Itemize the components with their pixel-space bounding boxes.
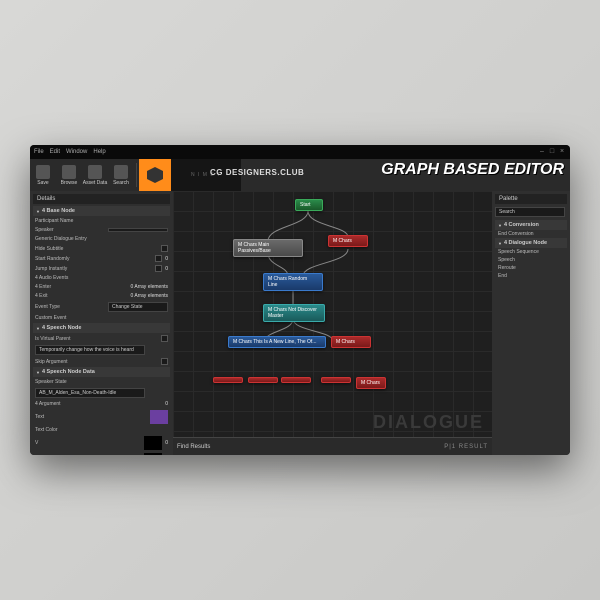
lbl-skip: Skip Argument: [35, 359, 158, 365]
node-blue2[interactable]: M Chars This Is A New Line, The Of...: [228, 336, 326, 348]
lbl-argcnt: 4 Argument: [35, 401, 162, 407]
lbl-startrand: Start Randomly: [35, 256, 152, 262]
palette-panel: Palette Search 4 Conversion End Conversi…: [492, 191, 570, 455]
lbl-text: Text: [35, 414, 147, 420]
node-start[interactable]: Start: [295, 199, 323, 211]
node-teal1[interactable]: M Chars Not Discover Master: [263, 304, 325, 322]
v-swatch[interactable]: [144, 436, 162, 450]
eventtype-dropdown[interactable]: Change State: [108, 302, 168, 312]
g-swatch[interactable]: [144, 453, 162, 455]
browse-icon: [62, 165, 76, 179]
section-speech-data[interactable]: 4 Speech Node Data: [33, 367, 170, 377]
palette-reroute[interactable]: Reroute: [495, 264, 567, 272]
lbl-enter: 4 Enter: [35, 284, 127, 290]
startrand-checkbox[interactable]: [155, 255, 162, 262]
lbl-sstate: Speaker State: [35, 379, 168, 385]
palette-sect2[interactable]: 4 Dialogue Node: [495, 238, 567, 248]
maximize-icon[interactable]: □: [548, 148, 556, 156]
titlebar: File Edit Window Help – □ ×: [30, 145, 570, 159]
search-icon: [114, 165, 128, 179]
lbl-custom: Custom Event: [35, 315, 168, 321]
lbl-textcolor: Text Color: [35, 427, 168, 433]
browse-button[interactable]: Browse: [56, 161, 82, 189]
save-button[interactable]: Save: [30, 161, 56, 189]
watermark: DIALOGUE: [373, 412, 484, 433]
headline-label: GRAPH BASED EDITOR: [381, 161, 564, 179]
speaker-dropdown[interactable]: [108, 228, 168, 232]
node-red8[interactable]: M Chars: [356, 377, 386, 389]
find-results-tab[interactable]: Find Results: [177, 444, 210, 450]
save-icon: [36, 165, 50, 179]
details-tab[interactable]: Details: [33, 194, 170, 204]
lbl-audio: 4 Audio Events: [35, 275, 168, 281]
node-red1[interactable]: M Chars: [328, 235, 368, 247]
palette-search[interactable]: Search: [495, 207, 565, 217]
section-speech-node[interactable]: 4 Speech Node: [33, 323, 170, 333]
skip-checkbox[interactable]: [161, 358, 168, 365]
temp-input[interactable]: Temporarily change how the voice is hear…: [35, 345, 145, 355]
lbl-participant: Participant Name: [35, 218, 168, 224]
vp-checkbox[interactable]: [161, 335, 168, 342]
toolbar: Save Browse Asset Data Search N I M E T …: [30, 159, 570, 191]
palette-speech[interactable]: Speech: [495, 256, 567, 264]
lbl-vp: Is Virtual Parent: [35, 336, 158, 342]
sstate-dropdown[interactable]: AB_M_Alden_Esa_Non-Death-Idle: [35, 388, 145, 398]
palette-end-conversion[interactable]: End Conversion: [495, 230, 567, 238]
menu-edit[interactable]: Edit: [50, 149, 60, 155]
lbl-exit: 4 Exit: [35, 293, 127, 299]
lbl-hide: Hide Subtitle: [35, 246, 158, 252]
node-red5[interactable]: [248, 377, 278, 383]
plugin-button[interactable]: [139, 159, 171, 191]
search-button[interactable]: Search: [108, 161, 134, 189]
editor-window: File Edit Window Help – □ × Save Browse …: [30, 145, 570, 455]
lbl-gcd: Generic Dialogue Entry: [35, 236, 168, 242]
palette-speech-seq[interactable]: Speech Sequence: [495, 248, 567, 256]
menu-help[interactable]: Help: [93, 149, 105, 155]
node-red7[interactable]: [321, 377, 351, 383]
assetdata-button[interactable]: Asset Data: [82, 161, 108, 189]
minimize-icon[interactable]: –: [538, 148, 546, 156]
brand-label: CG DESIGNERS.CLUB: [210, 168, 304, 177]
palette-end[interactable]: End: [495, 272, 567, 280]
palette-tab[interactable]: Palette: [495, 194, 567, 204]
node-red4[interactable]: [213, 377, 243, 383]
graph-canvas[interactable]: Start M Chars Main Passives/Base M Chars…: [173, 191, 492, 455]
node-gray1[interactable]: M Chars Main Passives/Base: [233, 239, 303, 257]
lbl-jump: Jump Instantly: [35, 266, 152, 272]
node-red2[interactable]: M Chars: [331, 336, 371, 348]
close-icon[interactable]: ×: [558, 148, 566, 156]
result-count: P|1 RESULT: [444, 444, 488, 450]
lbl-speaker: Speaker: [35, 227, 105, 233]
node-blue1[interactable]: M Chars Random Line: [263, 273, 323, 291]
hide-checkbox[interactable]: [161, 245, 168, 252]
hex-icon: [147, 167, 163, 183]
palette-sect1[interactable]: 4 Conversion: [495, 220, 567, 230]
text-swatch[interactable]: [150, 410, 168, 424]
bottom-panel: Find Results P|1 RESULT: [173, 437, 492, 455]
jump-checkbox[interactable]: [155, 265, 162, 272]
separator: [136, 163, 137, 187]
node-red6[interactable]: [281, 377, 311, 383]
details-panel: Details 4 Base Node Participant Name Spe…: [30, 191, 173, 455]
menu-file[interactable]: File: [34, 149, 44, 155]
section-base-node[interactable]: 4 Base Node: [33, 206, 170, 216]
menu-window[interactable]: Window: [66, 149, 87, 155]
asset-icon: [88, 165, 102, 179]
lbl-eventtype: Event Type: [35, 304, 105, 310]
